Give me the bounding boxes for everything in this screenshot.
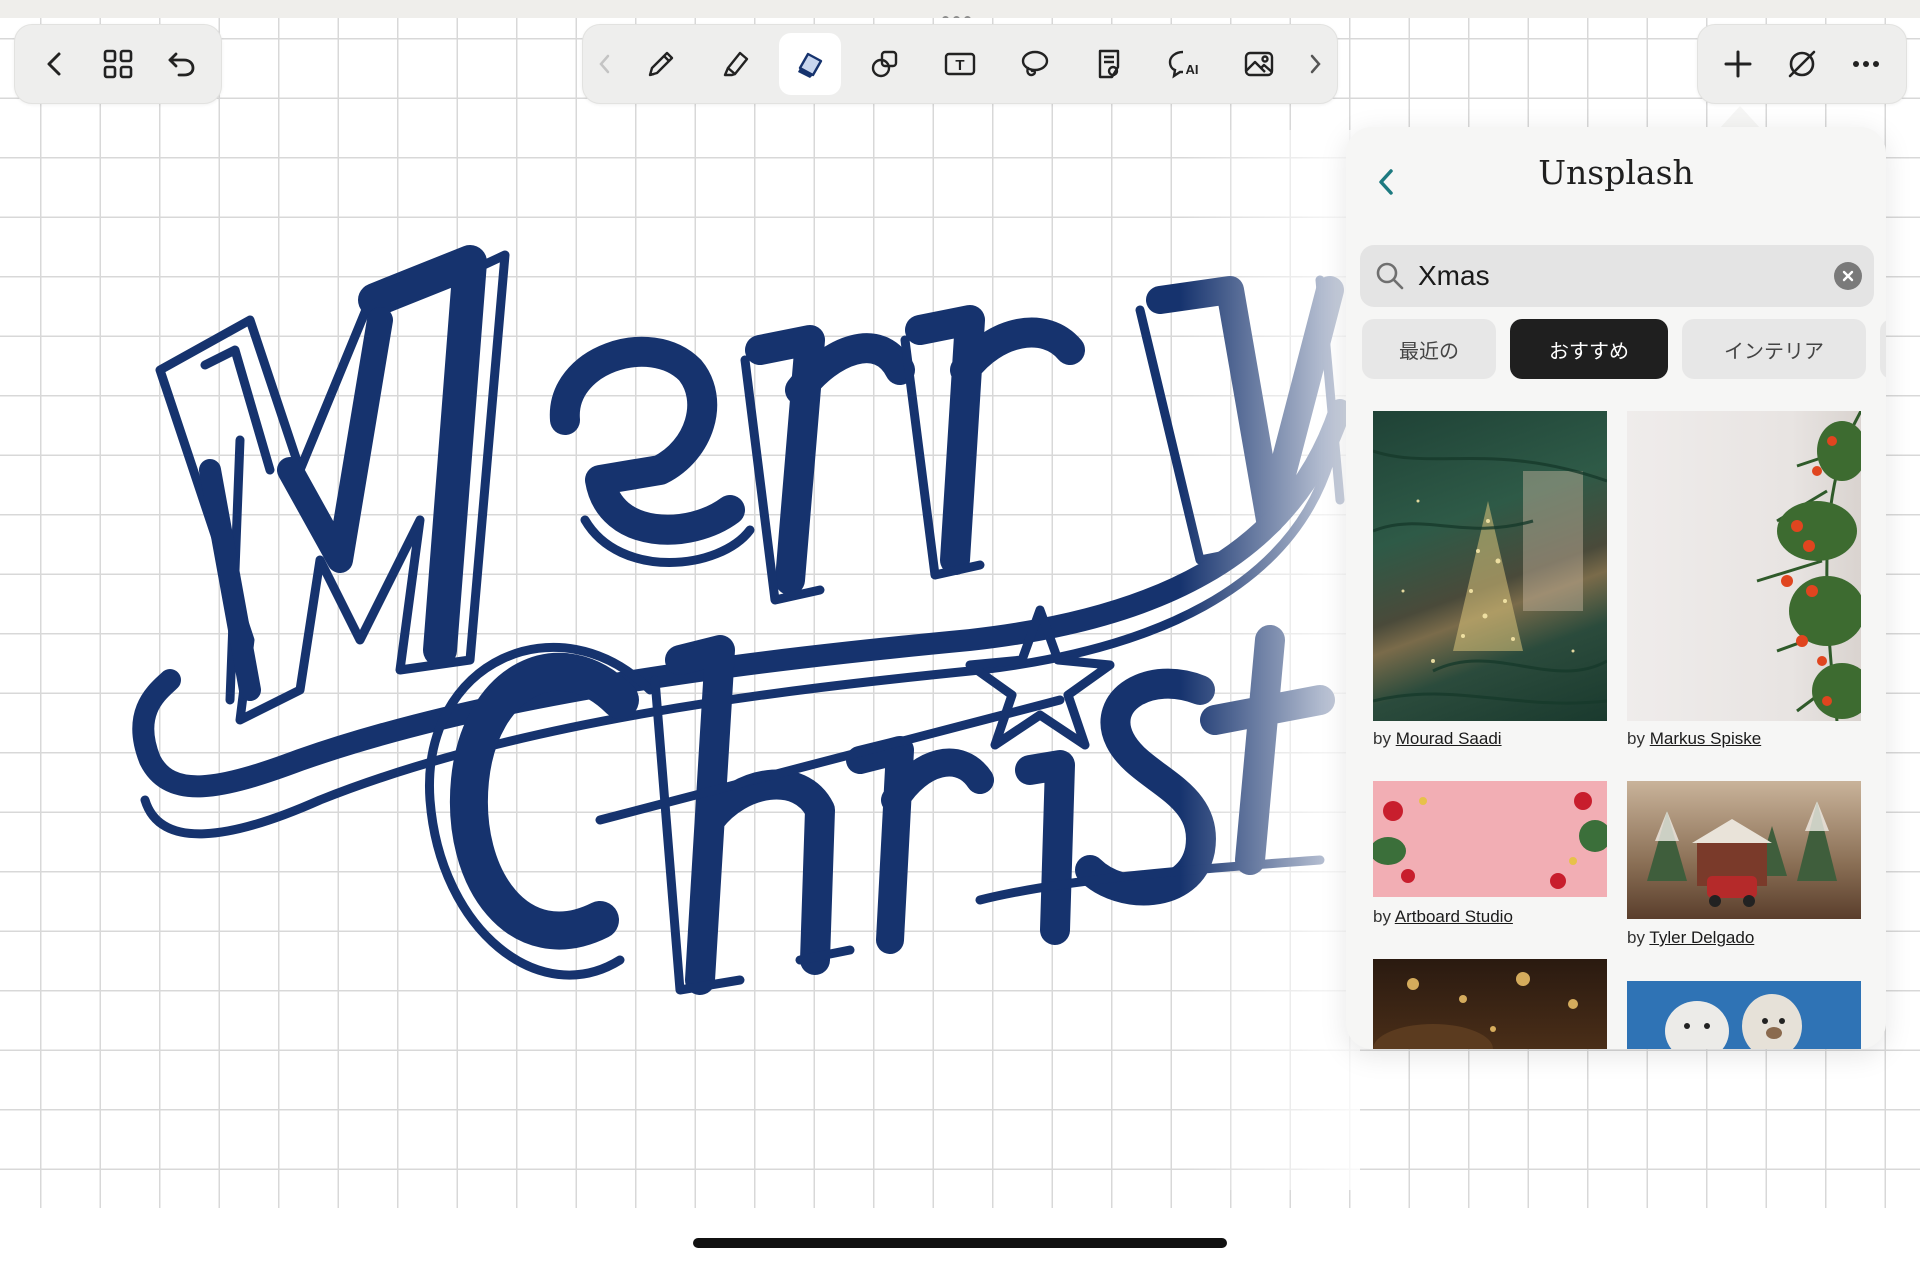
undo-button[interactable]	[150, 33, 212, 95]
left-toolbar	[14, 24, 222, 104]
pen-icon	[648, 51, 673, 77]
chevron-right-icon	[1310, 54, 1321, 74]
sticker-tool[interactable]	[1079, 33, 1141, 95]
photo-thumbnail[interactable]	[1627, 981, 1861, 1049]
ai-label: AI	[1186, 62, 1199, 77]
tool-palette: T AI	[582, 24, 1338, 104]
chip-recent[interactable]: 最近の	[1362, 319, 1496, 379]
tools-scroll-right[interactable]	[1303, 33, 1327, 95]
eraser-tool[interactable]	[779, 33, 842, 95]
search-input[interactable]	[1416, 259, 1820, 293]
pages-grid-button[interactable]	[87, 33, 149, 95]
popover-arrow	[1720, 106, 1760, 128]
sticker-icon	[1098, 49, 1119, 79]
pink-ornaments-photo	[1373, 792, 1607, 889]
chip-recommended[interactable]: おすすめ	[1510, 319, 1668, 379]
eraser-icon	[798, 52, 823, 78]
panel-title: Unsplash	[1538, 153, 1694, 192]
photo-thumbnail[interactable]	[1373, 959, 1607, 1049]
more-button[interactable]	[1835, 33, 1897, 95]
text-tool[interactable]: T	[929, 33, 991, 95]
clear-search-button[interactable]	[1834, 262, 1862, 290]
credit-by: by	[1373, 907, 1391, 926]
photo-thumbnail[interactable]	[1627, 781, 1861, 919]
author-link[interactable]: Tyler Delgado	[1649, 928, 1754, 947]
canvas-fade-overlay	[1180, 130, 1360, 1190]
back-button[interactable]	[24, 33, 86, 95]
dogs-photo	[1665, 994, 1802, 1049]
category-chips: 最近の おすすめ インテリア	[1362, 319, 1886, 383]
chevron-left-icon	[599, 54, 610, 74]
text-box-icon: T	[944, 52, 976, 76]
text-tool-glyph: T	[955, 57, 964, 74]
lasso-icon	[1021, 50, 1048, 77]
close-icon	[1842, 270, 1854, 282]
author-link[interactable]: Artboard Studio	[1395, 907, 1513, 926]
photo-thumbnail[interactable]	[1373, 411, 1607, 721]
pen-tool[interactable]	[630, 33, 692, 95]
lasso-tool[interactable]	[1004, 33, 1066, 95]
photo-credit: by Tyler Delgado	[1627, 928, 1754, 948]
tools-scroll-left[interactable]	[593, 33, 617, 95]
miniature-village-photo	[1647, 801, 1837, 907]
right-toolbar	[1697, 24, 1907, 104]
unsplash-panel: Unsplash 最近の おすすめ インテリア	[1346, 127, 1886, 1049]
photo-thumbnail[interactable]	[1373, 781, 1607, 897]
credit-by: by	[1373, 729, 1391, 748]
pine-berries-photo	[1756, 411, 1861, 721]
photo-thumbnail[interactable]	[1627, 411, 1861, 721]
photo-credit: by Artboard Studio	[1373, 907, 1513, 927]
search-bar	[1360, 245, 1874, 307]
chevron-left-icon	[47, 52, 61, 76]
home-indicator[interactable]	[693, 1238, 1227, 1248]
image-icon	[1244, 51, 1274, 77]
highlighter-tool[interactable]	[705, 33, 767, 95]
more-horizontal-icon	[1853, 61, 1879, 67]
credit-by: by	[1627, 928, 1645, 947]
image-tool[interactable]	[1228, 33, 1290, 95]
pencil-only-toggle[interactable]	[1771, 33, 1833, 95]
add-button[interactable]	[1707, 33, 1769, 95]
undo-icon	[168, 52, 195, 77]
christmas-tree-photo	[1373, 449, 1607, 705]
shapes-icon	[871, 50, 898, 78]
chip-interior[interactable]: インテリア	[1682, 319, 1866, 379]
author-link[interactable]: Mourad Saadi	[1396, 729, 1502, 748]
pencil-slash-icon	[1788, 50, 1816, 78]
ai-tool[interactable]: AI	[1153, 33, 1215, 95]
chip-more[interactable]	[1880, 319, 1886, 379]
ai-chat-icon: AI	[1169, 50, 1199, 79]
bokeh-lights-photo	[1373, 972, 1578, 1049]
photo-credit: by Mourad Saadi	[1373, 729, 1502, 749]
grid-icon	[103, 49, 133, 79]
plus-icon	[1724, 50, 1752, 78]
search-icon	[1376, 262, 1404, 290]
shapes-tool[interactable]	[854, 33, 916, 95]
author-link[interactable]: Markus Spiske	[1650, 729, 1761, 748]
photo-credit: by Markus Spiske	[1627, 729, 1761, 749]
credit-by: by	[1627, 729, 1645, 748]
highlighter-icon	[723, 51, 748, 77]
